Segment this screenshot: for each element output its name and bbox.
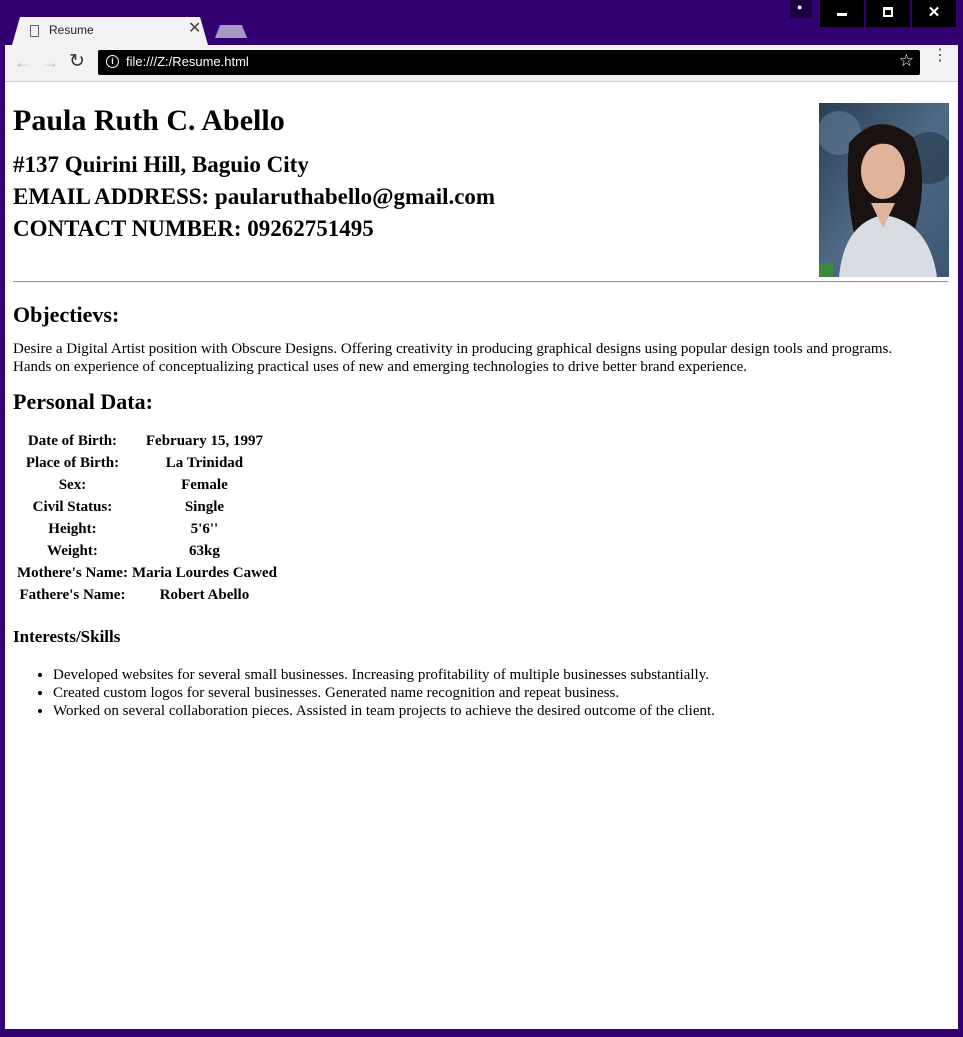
maximize-button[interactable]	[866, 0, 910, 27]
user-icon: ●	[797, 2, 803, 12]
table-row: Weight: 63kg	[16, 541, 278, 561]
tab-title: Resume	[49, 23, 94, 37]
table-row: Date of Birth: February 15, 1997	[16, 431, 278, 451]
resume-name: Paula Ruth C. Abello	[13, 104, 285, 137]
table-row: Mothere's Name: Maria Lourdes Cawed	[16, 563, 278, 583]
window-title-bar: Resume ✕ ● ✕	[0, 0, 963, 45]
table-row: Civil Status: Single	[16, 497, 278, 517]
row-label: Weight:	[47, 542, 98, 559]
row-label: Place of Birth:	[25, 454, 120, 471]
info-icon[interactable]: i	[106, 55, 119, 68]
row-label: Date of Birth:	[27, 432, 118, 449]
row-label: Height:	[48, 520, 97, 537]
row-label: Sex:	[58, 476, 87, 493]
minimize-button[interactable]	[820, 0, 864, 27]
profile-button[interactable]: ●	[790, 0, 812, 18]
address-line: #137 Quirini Hill, Baguio City	[13, 152, 309, 177]
contact-line: CONTACT NUMBER: 09262751495	[13, 216, 374, 241]
new-tab-button[interactable]	[215, 25, 247, 38]
row-value: 5'6''	[190, 520, 219, 537]
url-text[interactable]: file:///Z:/Resume.html	[126, 54, 249, 69]
row-label: Fathere's Name:	[19, 586, 126, 603]
row-value: La Trinidad	[165, 454, 244, 471]
skills-heading: Interests/Skills	[13, 627, 121, 646]
tab-resume[interactable]: Resume ✕	[12, 17, 208, 45]
browser-toolbar: ← → ↻ i file:///Z:/Resume.html ☆ ⋮	[5, 45, 958, 82]
list-item: Worked on several collaboration pieces. …	[53, 702, 715, 720]
row-value: Single	[184, 498, 225, 515]
row-label: Civil Status:	[32, 498, 113, 515]
bookmark-star-icon[interactable]: ☆	[899, 51, 914, 71]
header-divider	[13, 281, 948, 283]
page-content: Paula Ruth C. Abello #137 Quirini Hill, …	[5, 82, 958, 1029]
back-button[interactable]: ←	[14, 53, 32, 71]
row-value: Female	[181, 476, 228, 493]
close-window-button[interactable]: ✕	[912, 0, 956, 27]
email-line: EMAIL ADDRESS: paularuthabello@gmail.com	[13, 184, 496, 209]
skills-list: Developed websites for several small bus…	[13, 666, 715, 720]
reload-button[interactable]: ↻	[69, 52, 85, 71]
row-value: February 15, 1997	[145, 432, 263, 449]
table-row: Place of Birth: La Trinidad	[16, 453, 278, 473]
personal-data-table: Date of Birth: February 15, 1997 Place of…	[14, 429, 280, 607]
objectives-heading: Objectievs:	[13, 302, 120, 327]
document-icon	[30, 25, 39, 37]
row-value: Robert Abello	[159, 586, 250, 603]
row-label: Mothere's Name:	[17, 564, 128, 581]
objectives-text: Desire a Digital Artist position with Ob…	[13, 341, 893, 375]
maximize-icon	[883, 7, 893, 17]
browser-menu-icon[interactable]: ⋮	[932, 48, 948, 64]
row-value: Maria Lourdes Cawed	[131, 564, 277, 581]
row-value: 63kg	[189, 542, 220, 559]
list-item: Developed websites for several small bus…	[53, 666, 715, 684]
table-row: Height: 5'6''	[16, 519, 278, 539]
list-item: Created custom logos for several busines…	[53, 684, 715, 702]
personal-data-heading: Personal Data:	[13, 389, 153, 414]
table-row: Sex: Female	[16, 475, 278, 495]
minimize-icon	[837, 13, 847, 16]
profile-photo	[819, 103, 949, 277]
tab-close-icon[interactable]: ✕	[188, 20, 201, 38]
table-row: Fathere's Name: Robert Abello	[16, 585, 278, 605]
close-icon: ✕	[927, 4, 941, 21]
address-bar[interactable]: i file:///Z:/Resume.html ☆	[98, 50, 920, 75]
forward-button[interactable]: →	[41, 53, 59, 71]
